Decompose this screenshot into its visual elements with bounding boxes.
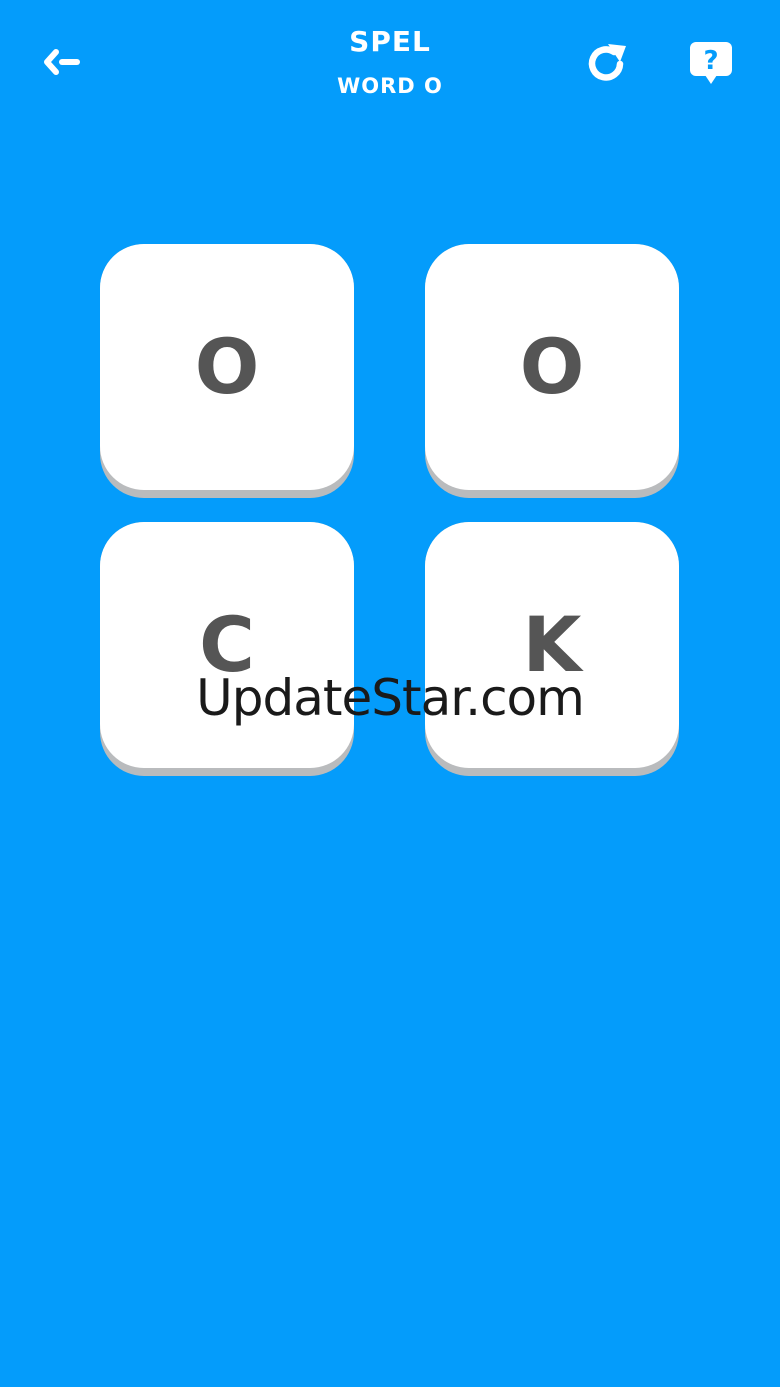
back-arrow-icon: [44, 49, 80, 75]
letter-tile[interactable]: K: [425, 522, 679, 776]
back-button[interactable]: [36, 40, 88, 84]
tile-face: O: [100, 244, 354, 490]
restart-button[interactable]: [582, 38, 632, 88]
letter-tile[interactable]: C: [100, 522, 354, 776]
restart-icon: [588, 44, 626, 81]
word-counter: WORD O: [337, 74, 443, 98]
letter-tile[interactable]: O: [100, 244, 354, 498]
title-block: SPEL WORD O: [240, 24, 540, 100]
help-button[interactable]: ?: [684, 36, 738, 90]
page-title: SPEL: [349, 25, 431, 58]
top-bar: SPEL WORD O ?: [0, 0, 780, 130]
letter-tile[interactable]: O: [425, 244, 679, 498]
tile-letter: O: [194, 322, 260, 411]
tile-face: C: [100, 522, 354, 768]
watermark-text: UpdateStar.com: [196, 669, 585, 727]
svg-text:?: ?: [703, 46, 718, 76]
tile-face: K: [425, 522, 679, 768]
tile-letter: O: [519, 322, 585, 411]
help-question-icon: ?: [690, 42, 732, 84]
tile-face: O: [425, 244, 679, 490]
